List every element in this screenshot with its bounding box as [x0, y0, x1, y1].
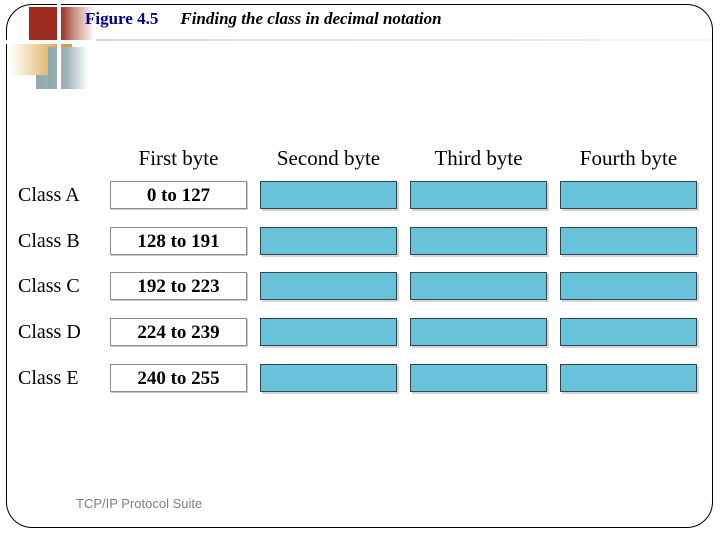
third-byte-box-class-d	[410, 318, 547, 346]
second-byte-box-class-b	[260, 227, 397, 255]
fourth-byte-box-class-a	[560, 181, 697, 209]
third-byte-box-class-a	[410, 181, 547, 209]
first-byte-value-class-b: 128 to 191	[110, 227, 247, 255]
row-label-class-b: Class B	[18, 230, 80, 252]
third-byte-box-class-b	[410, 227, 547, 255]
second-byte-box-class-e	[260, 364, 397, 392]
column-header-third-byte: Third byte	[434, 146, 523, 170]
column-header-second-byte: Second byte	[276, 146, 381, 170]
row-label-class-c: Class C	[18, 275, 80, 297]
column-header-first-byte: First byte	[138, 146, 219, 170]
fourth-byte-box-class-d	[560, 318, 697, 346]
second-byte-box-class-d	[260, 318, 397, 346]
third-byte-box-class-c	[410, 272, 547, 300]
column-header-fourth-byte: Fourth byte	[579, 146, 678, 170]
row-label-class-a: Class A	[18, 184, 80, 206]
first-byte-value-class-e: 240 to 255	[110, 364, 247, 392]
first-byte-value-class-c: 192 to 223	[110, 272, 247, 300]
fourth-byte-box-class-b	[560, 227, 697, 255]
fourth-byte-box-class-e	[560, 364, 697, 392]
class-range-diagram: First byte Second byte Third byte Fourth…	[0, 0, 720, 540]
second-byte-box-class-a	[260, 181, 397, 209]
first-byte-value-class-a: 0 to 127	[110, 181, 247, 209]
second-byte-box-class-c	[260, 272, 397, 300]
first-byte-value-class-d: 224 to 239	[110, 318, 247, 346]
row-label-class-d: Class D	[18, 321, 81, 343]
footer-text: TCP/IP Protocol Suite	[76, 496, 203, 511]
slide: Figure 4.5 Finding the class in decimal n…	[0, 0, 720, 540]
fourth-byte-box-class-c	[560, 272, 697, 300]
third-byte-box-class-e	[410, 364, 547, 392]
row-label-class-e: Class E	[18, 367, 79, 389]
